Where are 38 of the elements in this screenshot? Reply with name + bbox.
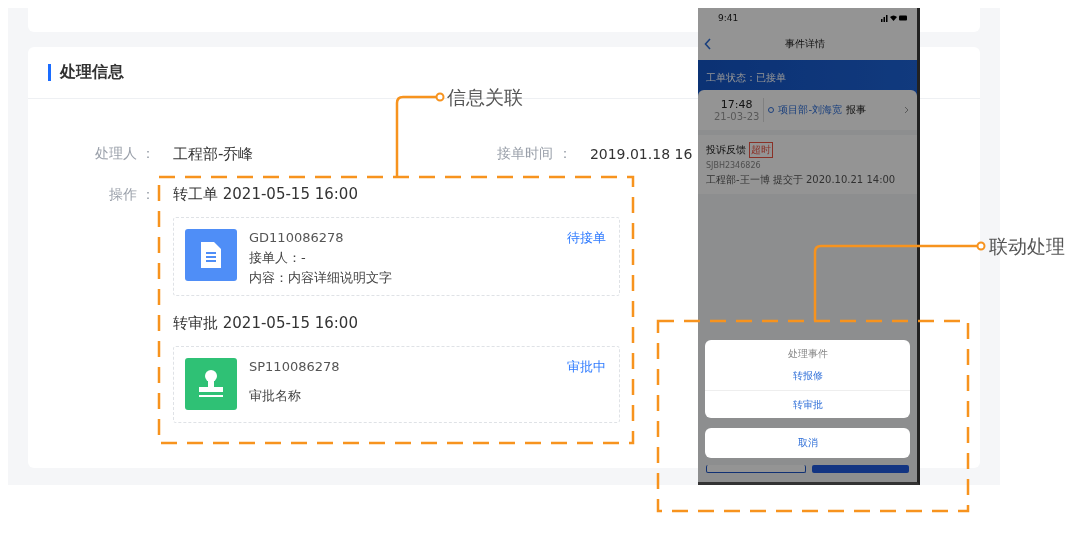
timeline-action: 报事 bbox=[846, 103, 866, 117]
timeline-date: 21-03-23 bbox=[714, 111, 760, 122]
timeline-time: 17:48 bbox=[720, 98, 753, 111]
cancel-button[interactable]: 取消 bbox=[705, 428, 910, 458]
field-value: 工程部-乔峰 bbox=[173, 144, 254, 164]
sheet-action[interactable]: 转报修 bbox=[705, 361, 910, 390]
field-label: 处理人 ： bbox=[93, 145, 155, 163]
record-title: 转审批 2021-05-15 16:00 bbox=[173, 313, 359, 334]
record-title: 转工单 2021-05-15 16:00 bbox=[173, 184, 359, 205]
timeline-actor: 项目部-刘海宽 bbox=[778, 103, 842, 117]
sheet-title: 处理事件 bbox=[786, 347, 829, 361]
event-code: SJBH2346826 bbox=[706, 161, 762, 170]
status-text: 工单状态：已接单 bbox=[706, 72, 786, 83]
record-code: SP110086278 bbox=[249, 358, 341, 376]
field-label: 接单时间 ： bbox=[497, 145, 572, 163]
field-label: 操作 ： bbox=[107, 185, 155, 204]
document-icon bbox=[201, 242, 221, 268]
record-status: 待接单 bbox=[567, 229, 606, 247]
stamp-icon bbox=[197, 369, 225, 399]
section-title: 处理信息 bbox=[60, 62, 124, 83]
record-detail: 内容：内容详细说明文字 bbox=[249, 269, 393, 287]
secondary-button[interactable] bbox=[706, 465, 806, 473]
annotation-label: 信息关联 bbox=[447, 85, 523, 110]
record-status: 审批中 bbox=[567, 358, 606, 376]
annotation-label: 联动处理 bbox=[989, 234, 1065, 259]
timeline-card[interactable]: 17:48 21-03-23 项目部-刘海宽 报事 bbox=[698, 90, 917, 130]
field-value: 2019.01.18 16 bbox=[589, 146, 693, 162]
chevron-icon bbox=[904, 106, 909, 114]
clock-text: 9:41 bbox=[718, 13, 739, 23]
status-icons bbox=[881, 14, 907, 22]
record-detail: 接单人：- bbox=[249, 249, 307, 267]
record-code: GD110086278 bbox=[249, 229, 345, 247]
sheet-action[interactable]: 转审批 bbox=[705, 390, 910, 418]
screen-title: 事件详情 bbox=[783, 37, 826, 51]
event-title: 投诉反馈 bbox=[706, 143, 746, 157]
record-detail: 审批名称 bbox=[249, 387, 302, 405]
back-icon[interactable] bbox=[704, 38, 712, 50]
event-tag: 超时 bbox=[749, 142, 773, 158]
